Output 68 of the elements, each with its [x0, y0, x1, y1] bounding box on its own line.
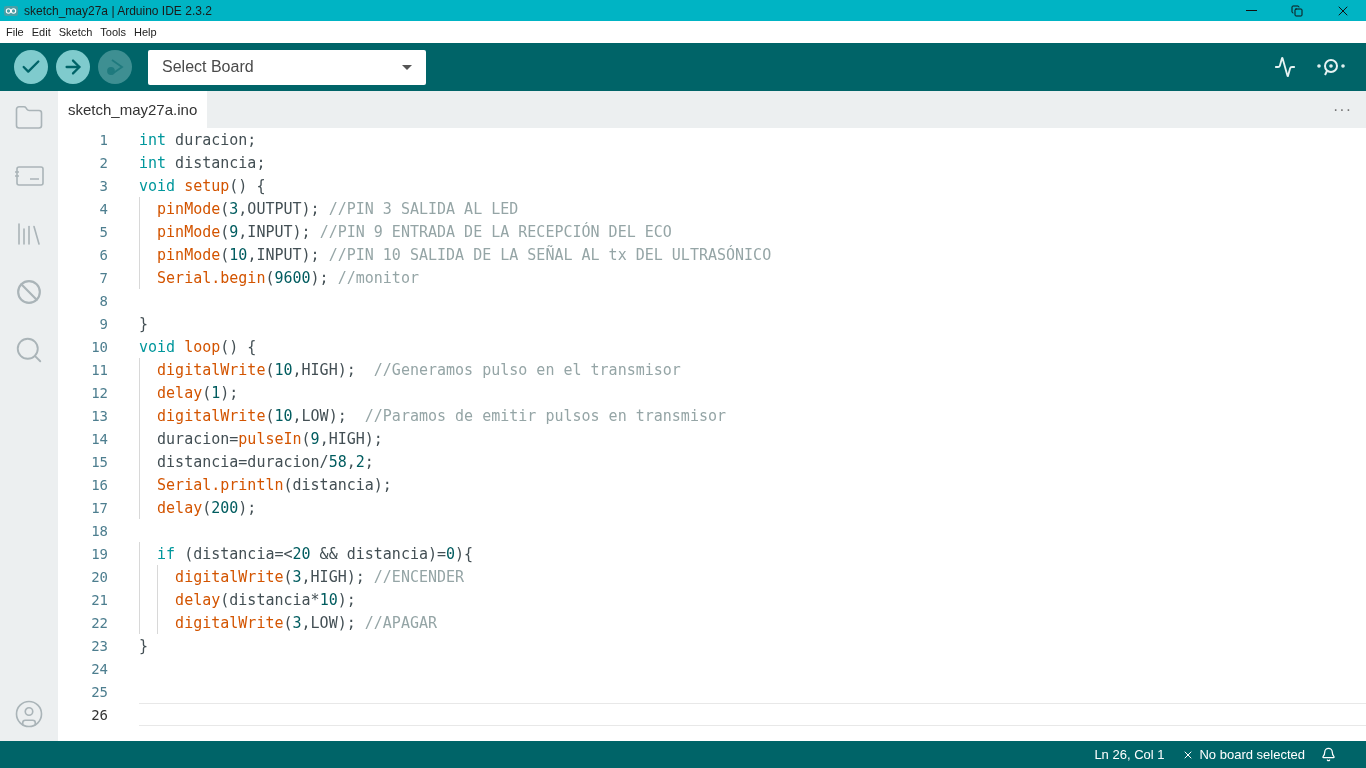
- more-button[interactable]: ···: [1319, 91, 1366, 128]
- minimize-icon: [1245, 10, 1257, 11]
- code-line: delay(200);: [156, 498, 257, 517]
- menu-item[interactable]: Edit: [27, 26, 55, 38]
- line-number: 26: [90, 706, 108, 723]
- line-number: 14: [90, 430, 108, 447]
- line-number: 18: [90, 522, 108, 539]
- menu-item[interactable]: Sketch: [54, 26, 97, 38]
- board-status[interactable]: No board selected: [1182, 747, 1313, 762]
- code-line: void setup() {: [139, 176, 266, 195]
- code-line: delay(1);: [156, 383, 239, 402]
- line-number: 15: [90, 453, 108, 470]
- code-line: distancia=duracion/58,2;: [156, 452, 374, 471]
- line-number: 11: [90, 361, 108, 378]
- line-number: 7: [98, 269, 108, 286]
- window-title: sketch_may27a | Arduino IDE 2.3.2: [24, 3, 213, 18]
- file-tab[interactable]: sketch_may27a.ino: [58, 91, 208, 128]
- line-number: 24: [90, 660, 108, 677]
- code-line: digitalWrite(3,HIGH); //ENCENDER: [174, 567, 465, 586]
- restore-icon: [1291, 4, 1303, 17]
- line-number: 22: [90, 614, 108, 631]
- code-line: digitalWrite(10,LOW); //Paramos de emitir pulsos en transmisor: [156, 406, 726, 425]
- code-line: int distancia;: [139, 153, 266, 172]
- search-icon[interactable]: [14, 335, 44, 365]
- code-line: void loop() {: [139, 337, 257, 356]
- account-icon[interactable]: [14, 699, 44, 729]
- menu-item[interactable]: File: [2, 26, 28, 38]
- code-line: digitalWrite(3,LOW); //APAGAR: [174, 613, 438, 632]
- line-number: 9: [98, 315, 108, 332]
- line-number: 19: [90, 545, 108, 562]
- board-icon[interactable]: [14, 163, 44, 189]
- code-line: }: [139, 636, 149, 655]
- code-line: pinMode(9,INPUT); //PIN 9 ENTRADA DE LA RECEPCIÓN DEL ECO: [156, 222, 672, 241]
- line-number: 21: [90, 591, 108, 608]
- code-line: delay(distancia*10);: [174, 590, 356, 609]
- line-number: 4: [98, 200, 108, 217]
- code-line: int duracion;: [139, 130, 257, 149]
- debug-button[interactable]: [98, 50, 132, 84]
- code-line: digitalWrite(10,HIGH); //Generamos pulso en el transmisor: [156, 360, 681, 379]
- upload-button[interactable]: [56, 50, 90, 84]
- line-number: 16: [90, 476, 108, 493]
- line-number: 6: [98, 246, 108, 263]
- menu-item[interactable]: Help: [130, 26, 161, 38]
- logo-icon: [4, 5, 18, 16]
- line-number: 2: [98, 154, 108, 171]
- line-number: 10: [90, 338, 108, 355]
- line-number: 8: [98, 292, 108, 309]
- code-line: pinMode(10,INPUT); //PIN 10 SALIDA DE LA SEÑAL AL tx DEL ULTRASÓNICO: [156, 245, 772, 264]
- line-number: 3: [98, 177, 108, 194]
- code-line: if (distancia=<20 && distancia)=0){: [156, 544, 474, 563]
- cursor-position: Ln 26, Col 1: [1094, 747, 1165, 762]
- line-number: 25: [90, 683, 108, 700]
- code-line: duracion=pulseIn(9,HIGH);: [156, 429, 383, 448]
- code-line: Serial.begin(9600); //monitor: [156, 268, 419, 287]
- verify-button[interactable]: [14, 50, 48, 84]
- code-line: pinMode(3,OUTPUT); //PIN 3 SALIDA AL LED: [156, 199, 519, 218]
- line-number: 5: [98, 223, 108, 240]
- line-number: 20: [90, 568, 108, 585]
- code-line: }: [139, 314, 149, 333]
- line-number: 17: [90, 499, 108, 516]
- menu-item[interactable]: Tools: [96, 26, 131, 38]
- line-number: 23: [90, 637, 108, 654]
- line-number: 12: [90, 384, 108, 401]
- board-select[interactable]: Select Board: [148, 49, 426, 85]
- dropdown-caret-icon: [402, 64, 412, 70]
- code-line: Serial.println(distancia);: [156, 475, 392, 494]
- line-number: 13: [90, 407, 108, 424]
- line-number: 1: [98, 131, 108, 148]
